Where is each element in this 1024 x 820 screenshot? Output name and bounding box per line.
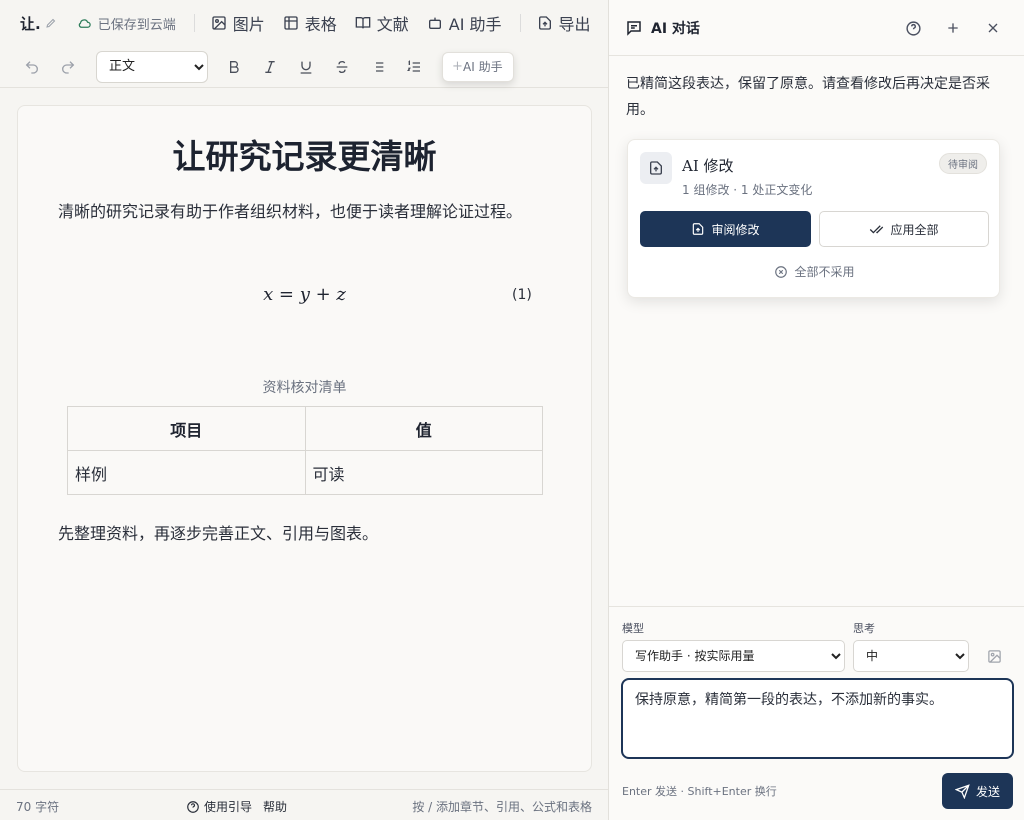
numbered-list-icon[interactable]	[402, 55, 426, 79]
ai-change-card: AI 修改 1 组修改 · 1 处正文变化 待审阅 审阅修改 应用全部 全部不采…	[627, 139, 1000, 298]
slash-command-hint: 按 / 添加章节、引用、公式和表格	[412, 800, 592, 814]
editor-topbar: 让. 已保存到云端 图片 表格 文献 AI 助手 导出	[0, 0, 608, 46]
reject-label: 全部不采用	[794, 265, 855, 279]
divider	[193, 14, 195, 32]
table-cell[interactable]: 可读	[304, 450, 543, 495]
cloud-icon	[78, 18, 91, 28]
floating-ai-chip[interactable]: + AI 助手	[442, 51, 514, 82]
cloud-status-text: 已保存到云端	[97, 17, 176, 33]
table-caption[interactable]: 资料核对清单	[18, 377, 591, 397]
panel-title: AI 对话	[625, 18, 700, 38]
underline-icon[interactable]	[294, 55, 318, 79]
prompt-input[interactable]: 保持原意，精简第一段的表达，不添加新的事实。	[621, 678, 1014, 759]
apply-label: 应用全部	[890, 222, 939, 237]
document-page[interactable]: 让研究记录更清晰 清晰的研究记录有助于作者组织材料，也便于读者理解论证过程。 x…	[17, 105, 592, 772]
help-link[interactable]: 帮助	[263, 798, 287, 815]
table-label: 表格	[304, 15, 337, 34]
bullet-list-icon[interactable]	[366, 55, 390, 79]
document-paragraph[interactable]: 先整理资料，再逐步完善正文、引用与图表。	[58, 520, 378, 544]
review-changes-button[interactable]: 审阅修改	[640, 211, 811, 247]
help-icon[interactable]	[901, 16, 925, 40]
format-toolbar: 正文 + AI 助手	[0, 46, 608, 88]
send-icon	[954, 783, 970, 799]
equation[interactable]: x = y + z	[18, 284, 591, 305]
italic-icon[interactable]	[258, 55, 282, 79]
table-header-cell[interactable]: 项目	[67, 406, 306, 451]
insert-table-button[interactable]: 表格	[283, 11, 337, 35]
ai-assistant-button[interactable]: AI 助手	[427, 11, 502, 35]
check-double-icon	[870, 224, 884, 234]
equation-number: (1)	[512, 287, 532, 303]
think-label: 思考	[853, 622, 875, 635]
image-label: 图片	[232, 15, 265, 34]
send-label: 发送	[975, 784, 1000, 799]
panel-header: AI 对话	[609, 0, 1024, 56]
ai-chip-label: AI 助手	[463, 60, 503, 74]
table-cell[interactable]: 样例	[67, 450, 306, 495]
pencil-icon[interactable]	[45, 17, 57, 29]
chat-composer: 模型 思考 写作助手 · 按实际用量 中 保持原意，精简第一段的表达，不添加新的…	[609, 606, 1024, 820]
export-icon	[538, 16, 551, 30]
x-circle-icon	[775, 265, 788, 278]
ai-assistant-label: AI 助手	[448, 15, 502, 34]
image-add-icon[interactable]	[983, 645, 1005, 667]
references-label: 文献	[376, 15, 409, 34]
document-name[interactable]: 让.	[20, 13, 41, 34]
divider	[519, 14, 521, 32]
document-title[interactable]: 让研究记录更清晰	[18, 130, 591, 178]
cloud-save-status: 已保存到云端	[77, 14, 176, 33]
document-table[interactable]: 项目 值 样例 可读	[67, 406, 543, 495]
document-icon	[640, 152, 672, 184]
guide-link[interactable]: 使用引导	[186, 798, 252, 815]
document-icon	[693, 223, 704, 235]
image-icon	[212, 16, 226, 30]
editor-pane: 让. 已保存到云端 图片 表格 文献 AI 助手 导出 正文 + AI 助手 让…	[0, 0, 608, 820]
references-button[interactable]: 文献	[355, 11, 409, 35]
table-header-row: 项目 值	[67, 406, 543, 451]
chat-icon	[627, 21, 641, 36]
close-icon[interactable]	[981, 16, 1005, 40]
send-hint: Enter 发送 · Shift+Enter 换行	[622, 785, 777, 798]
table-row: 样例 可读	[67, 450, 543, 495]
paragraph-style-select[interactable]: 正文	[96, 50, 208, 83]
book-icon	[355, 17, 371, 29]
plus-icon: +	[452, 58, 463, 74]
panel-title-text: AI 对话	[651, 21, 700, 37]
review-label: 审阅修改	[711, 222, 760, 237]
export-button[interactable]: 导出	[537, 11, 591, 35]
model-select[interactable]: 写作助手 · 按实际用量	[622, 640, 845, 672]
reject-all-button[interactable]: 全部不采用	[628, 263, 1001, 280]
export-label: 导出	[558, 15, 591, 34]
guide-label: 使用引导	[204, 800, 253, 814]
model-label: 模型	[622, 622, 644, 635]
insert-image-button[interactable]: 图片	[211, 11, 265, 35]
send-button[interactable]: 发送	[942, 773, 1013, 809]
bot-icon	[428, 17, 441, 29]
strikethrough-icon[interactable]	[330, 55, 354, 79]
apply-all-button[interactable]: 应用全部	[819, 211, 989, 247]
plus-icon[interactable]	[941, 16, 965, 40]
ai-message: 已精简这段表达，保留了原意。请查看修改后再决定是否采用。	[626, 76, 990, 118]
table-icon	[284, 16, 298, 30]
bold-icon[interactable]	[222, 55, 246, 79]
card-title: AI 修改	[682, 157, 734, 175]
think-level-select[interactable]: 中	[853, 640, 969, 672]
card-meta: 1 组修改 · 1 处正文变化	[682, 183, 813, 197]
status-badge: 待审阅	[939, 153, 987, 174]
undo-icon[interactable]	[20, 55, 44, 79]
editor-statusbar: 70 字符 使用引导 帮助 按 / 添加章节、引用、公式和表格	[0, 789, 608, 820]
ai-chat-panel: AI 对话 已精简这段表达，保留了原意。请查看修改后再决定是否采用。 AI 修改…	[608, 0, 1024, 820]
document-paragraph[interactable]: 清晰的研究记录有助于作者组织材料，也便于读者理解论证过程。	[58, 198, 522, 222]
redo-icon[interactable]	[56, 55, 80, 79]
question-circle-icon	[187, 800, 199, 813]
char-count: 70 字符	[16, 800, 60, 814]
table-header-cell[interactable]: 值	[304, 406, 543, 451]
